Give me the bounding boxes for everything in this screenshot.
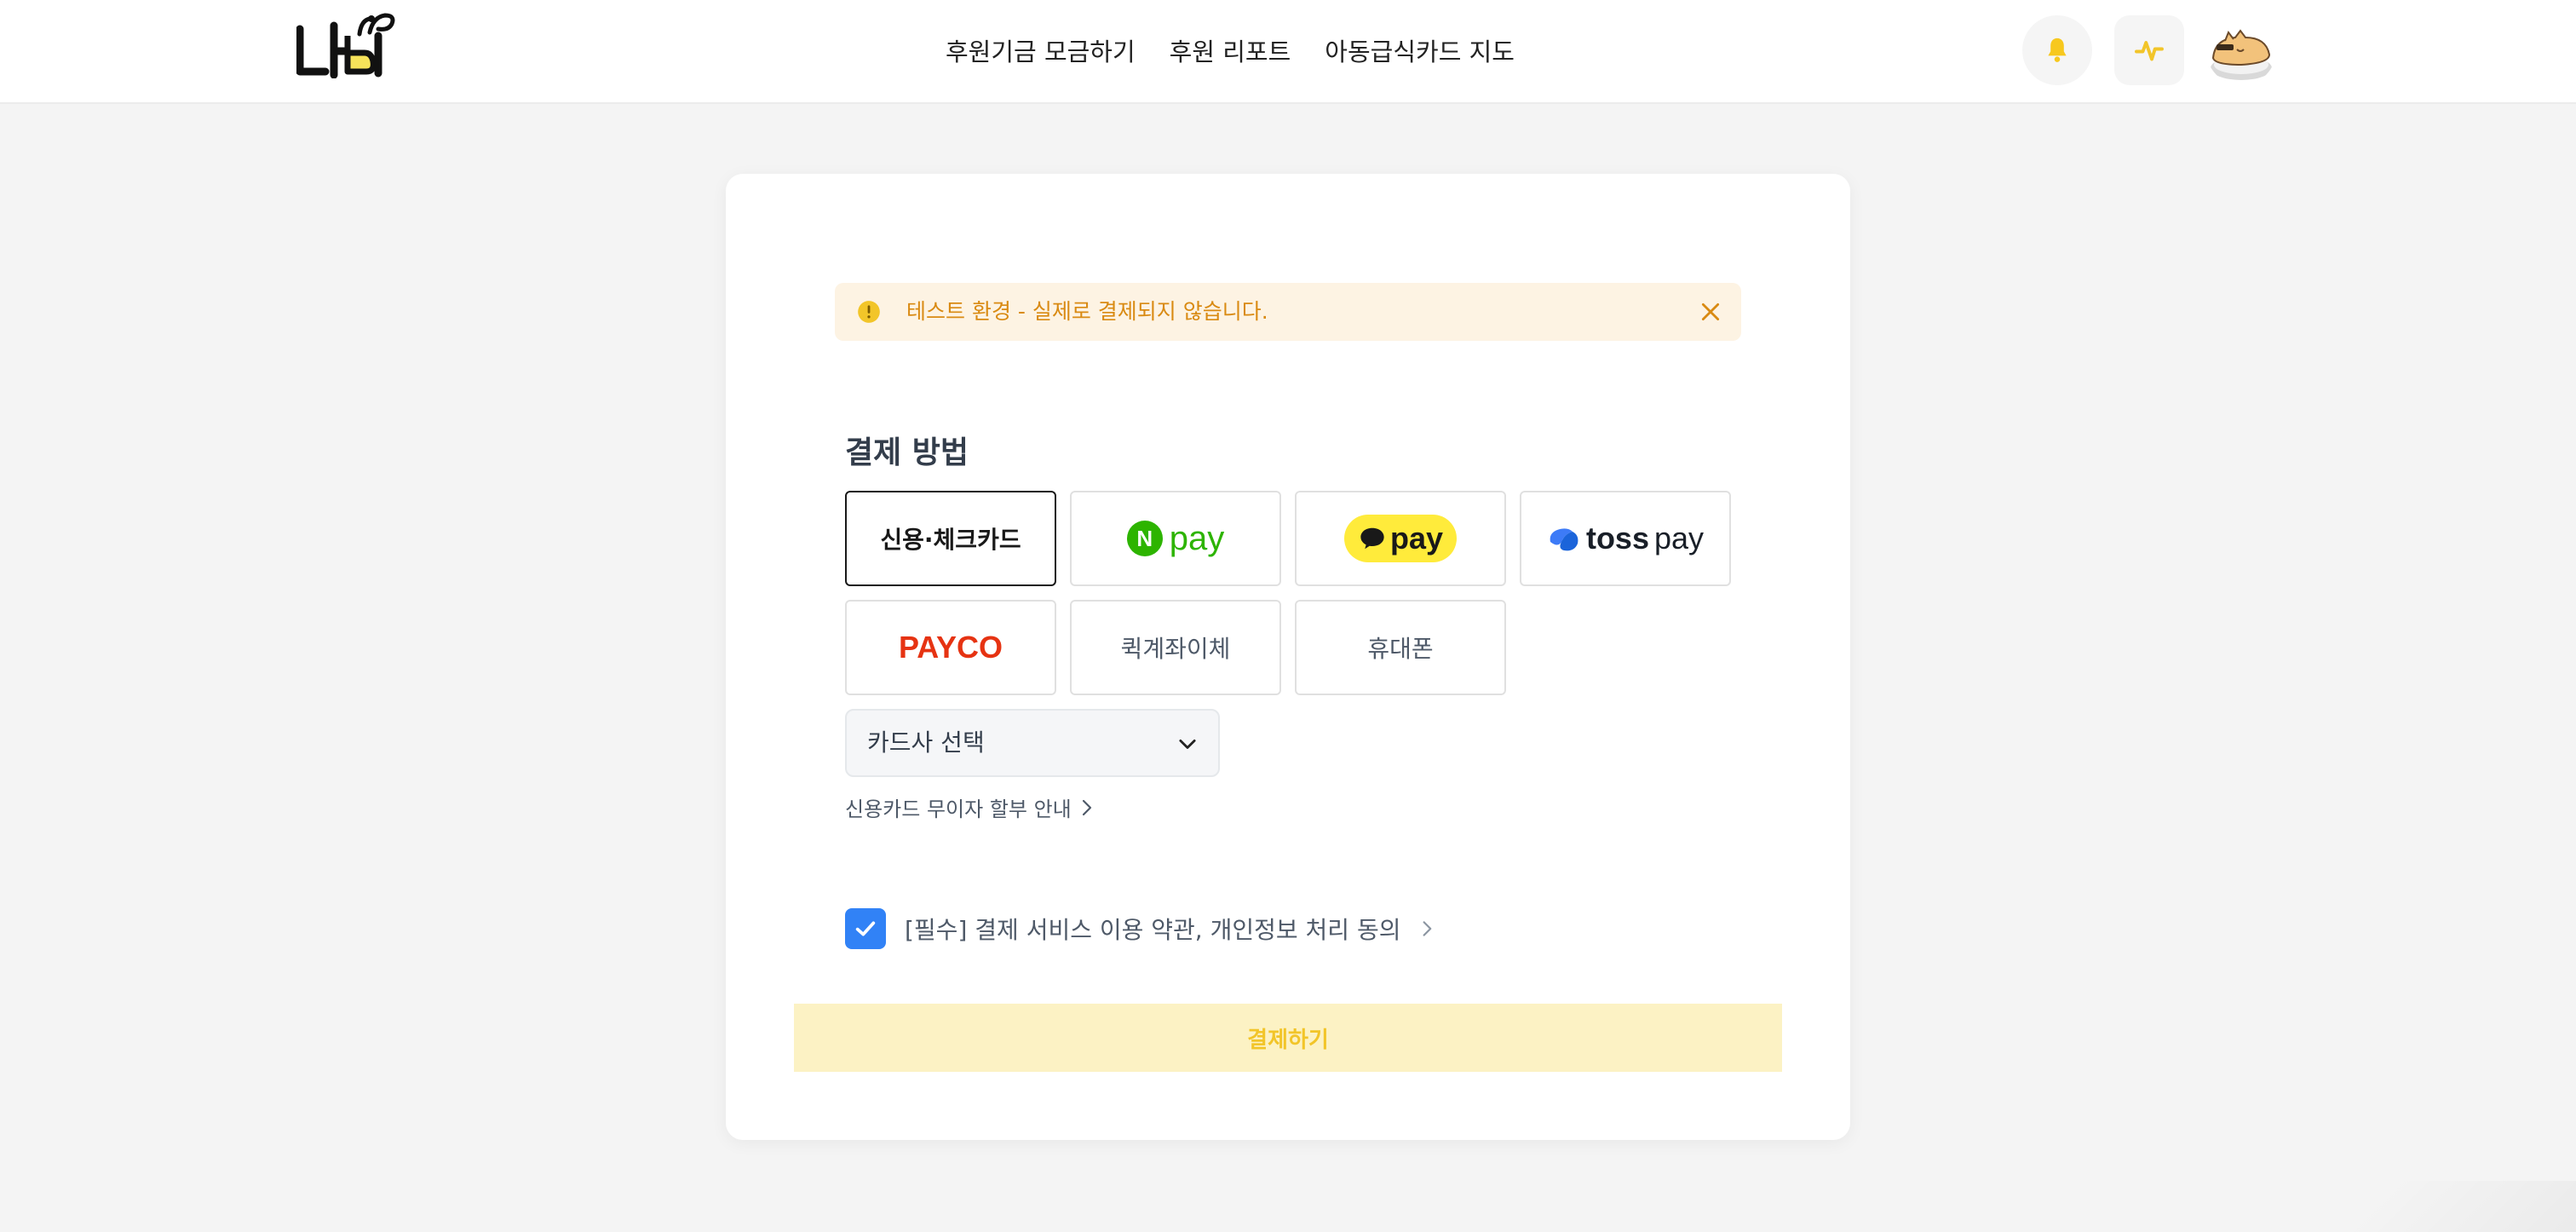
payco-logo: PAYCO bbox=[898, 630, 1003, 665]
chevron-right-icon bbox=[1082, 799, 1091, 815]
terms-agreement-row: [필수] 결제 서비스 이용 약관, 개인정보 처리 동의 bbox=[845, 908, 1435, 949]
kakao-pay-text: pay bbox=[1389, 521, 1444, 556]
submit-payment-button[interactable]: 결제하기 bbox=[794, 1004, 1782, 1072]
method-payco[interactable]: PAYCO bbox=[845, 600, 1056, 695]
nav-item-card-map[interactable]: 아동급식카드 지도 bbox=[1325, 32, 1515, 68]
method-toss-pay[interactable]: toss pay bbox=[1520, 491, 1731, 586]
close-icon bbox=[1701, 302, 1720, 321]
bell-icon bbox=[2048, 37, 2067, 62]
terms-checkbox[interactable] bbox=[845, 908, 886, 949]
method-mobile[interactable]: 휴대폰 bbox=[1295, 600, 1506, 695]
avatar[interactable] bbox=[2206, 15, 2276, 85]
naver-pay-text: pay bbox=[1169, 519, 1225, 557]
installment-info-link[interactable]: 신용카드 무이자 할부 안내 bbox=[845, 792, 1094, 822]
test-env-alert: 테스트 환경 - 실제로 결제되지 않습니다. bbox=[835, 283, 1741, 341]
method-credit-card-label: 신용·체크카드 bbox=[880, 526, 1021, 554]
card-company-select[interactable]: 카드사 선택 bbox=[845, 709, 1220, 777]
nav-item-fundraising[interactable]: 후원기금 모금하기 bbox=[946, 32, 1136, 68]
nabi-logo[interactable] bbox=[296, 10, 399, 79]
main-nav: 후원기금 모금하기 후원 리포트 아동급식카드 지도 bbox=[946, 0, 1515, 101]
warning-icon bbox=[858, 301, 880, 323]
method-naver-pay[interactable]: N pay bbox=[1070, 491, 1281, 586]
kakao-pay-logo: pay bbox=[1344, 515, 1457, 562]
method-quick-transfer[interactable]: 퀵계좌이체 bbox=[1070, 600, 1281, 695]
check-icon bbox=[855, 921, 876, 936]
method-mobile-label: 휴대폰 bbox=[1367, 635, 1434, 663]
chevron-right-icon[interactable] bbox=[1420, 918, 1435, 939]
alert-close-button[interactable] bbox=[1697, 298, 1724, 325]
payment-card: 테스트 환경 - 실제로 결제되지 않습니다. 결제 방법 신용·체크카드 N … bbox=[726, 174, 1850, 1140]
corner-shade bbox=[2235, 1181, 2576, 1232]
card-select-value: 카드사 선택 bbox=[867, 728, 985, 757]
naver-n-icon: N bbox=[1126, 521, 1163, 556]
notification-button[interactable] bbox=[2022, 15, 2092, 85]
installment-info-label: 신용카드 무이자 할부 안내 bbox=[845, 797, 1072, 821]
activity-button[interactable] bbox=[2114, 15, 2184, 85]
toss-pay-logo: toss pay bbox=[1547, 521, 1704, 556]
toss-text: toss bbox=[1585, 521, 1649, 556]
payment-method-title: 결제 방법 bbox=[845, 435, 969, 470]
avatar-cat-icon bbox=[2206, 15, 2276, 85]
chevron-down-icon bbox=[1179, 739, 1196, 749]
naver-pay-logo: N pay bbox=[1126, 519, 1225, 558]
nav-item-report[interactable]: 후원 리포트 bbox=[1170, 32, 1291, 68]
terms-label[interactable]: [필수] 결제 서비스 이용 약관, 개인정보 처리 동의 bbox=[905, 912, 1401, 946]
toss-pay-suffix: pay bbox=[1653, 521, 1705, 556]
top-header: 후원기금 모금하기 후원 리포트 아동급식카드 지도 bbox=[0, 0, 2576, 104]
method-kakao-pay[interactable]: pay bbox=[1295, 491, 1506, 586]
speech-bubble-icon bbox=[1360, 527, 1384, 550]
method-quick-transfer-label: 퀵계좌이체 bbox=[1120, 635, 1231, 663]
method-credit-card[interactable]: 신용·체크카드 bbox=[845, 491, 1056, 586]
activity-icon bbox=[2135, 41, 2164, 61]
toss-logo-icon bbox=[1550, 528, 1578, 551]
alert-message: 테스트 환경 - 실제로 결제되지 않습니다. bbox=[906, 299, 1268, 324]
